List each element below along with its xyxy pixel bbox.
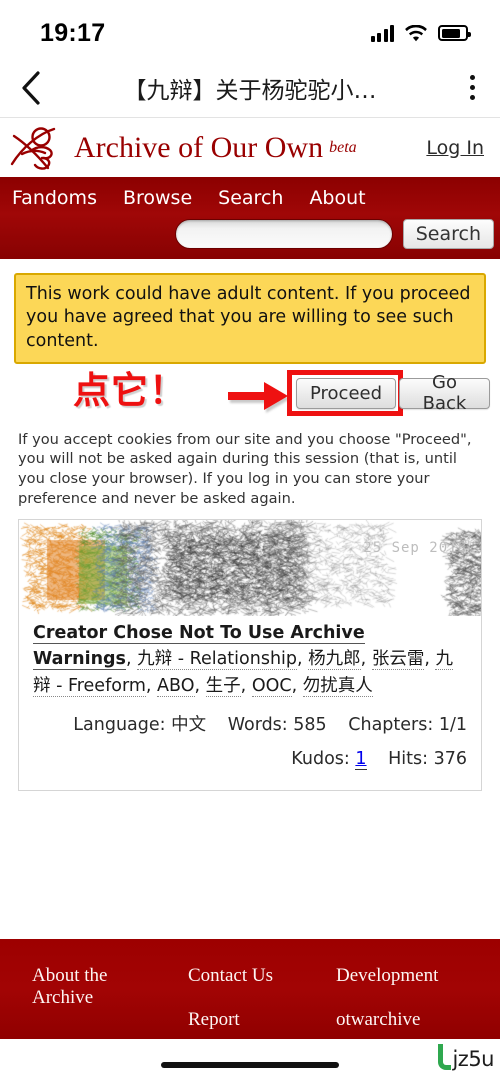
site-name: Archive of Our Own <box>74 130 324 164</box>
site-footer: About the Archive Contact Us Report Deve… <box>0 939 500 1039</box>
footer-col-1: About the Archive <box>32 965 140 1032</box>
work-date: 25 Sep 2018 <box>363 539 467 556</box>
status-bar: 19:17 <box>0 0 500 58</box>
kebab-menu-icon[interactable] <box>444 75 500 100</box>
browser-title-bar: 【九辩】关于杨驼驼小… <box>0 58 500 118</box>
battery-icon <box>438 25 471 41</box>
scribble-redaction-icon: 25 Sep 2018 <box>19 519 481 616</box>
site-logo-link[interactable]: Archive of Our Own beta <box>8 124 426 172</box>
work-stats-line1: Language: 中文 Words: 585 Chapters: 1/1 <box>33 709 467 742</box>
work-card[interactable]: 25 Sep 2018 Creator Chose Not To Use Arc… <box>18 518 482 791</box>
log-in-link[interactable]: Log In <box>426 137 484 159</box>
work-stats: Language: 中文 Words: 585 Chapters: 1/1 Ku… <box>19 699 481 789</box>
back-chevron-icon[interactable] <box>0 70 62 105</box>
ao3-logo-icon <box>8 124 70 172</box>
cookie-note: If you accept cookies from our site and … <box>18 430 472 507</box>
stat-words: Words: 585 <box>227 715 327 736</box>
stat-chapters-value: 1/1 <box>438 715 467 736</box>
wifi-icon <box>405 24 427 42</box>
nav-search-row: Search <box>0 215 500 259</box>
proceed-button[interactable]: Proceed <box>296 377 397 409</box>
stat-kudos: Kudos: 1 <box>291 748 367 770</box>
nav-item-browse[interactable]: Browse <box>123 187 192 209</box>
annotation-text: 点它！ <box>73 368 187 412</box>
work-stats-line2: Kudos: 1 Hits: 376 <box>33 743 467 776</box>
tag-ooc[interactable]: OOC <box>251 675 292 697</box>
nav-item-about[interactable]: About <box>309 187 365 209</box>
page-title: 【九辩】关于杨驼驼小… <box>123 77 377 104</box>
tag-abo[interactable]: ABO <box>157 675 195 697</box>
nav-links: Fandoms Browse Search About <box>0 183 500 215</box>
footer-link-report[interactable]: Report <box>188 1009 288 1031</box>
stat-language-value: 中文 <box>171 715 207 736</box>
stat-hits: Hits: 376 <box>388 748 467 769</box>
home-indicator[interactable] <box>161 1062 339 1068</box>
footer-link-otwarchive[interactable]: otwarchive <box>336 1009 438 1031</box>
stat-kudos-value[interactable]: 1 <box>355 748 367 770</box>
tag-relationship[interactable]: 九辩 - Relationship <box>137 649 298 671</box>
adult-content-notice: This work could have adult content. If y… <box>14 273 486 364</box>
watermark-j-icon <box>438 1044 452 1070</box>
go-back-button[interactable]: Go Back <box>399 372 490 414</box>
cellular-bars-icon <box>370 24 394 42</box>
search-button[interactable]: Search <box>402 219 494 249</box>
beta-label: beta <box>329 138 357 156</box>
footer-link-about-the-archive[interactable]: About the Archive <box>32 965 140 1010</box>
footer-link-contact-us[interactable]: Contact Us <box>188 965 288 987</box>
nav-item-fandoms[interactable]: Fandoms <box>12 187 97 209</box>
search-input[interactable] <box>174 219 393 249</box>
nav-item-search[interactable]: Search <box>218 187 283 209</box>
work-tags: Creator Chose Not To Use Archive Warning… <box>33 622 453 697</box>
status-indicators <box>370 24 471 42</box>
tag-shengzi[interactable]: 生子 <box>205 675 241 697</box>
watermark: jz5u <box>438 1044 494 1070</box>
phone-screen: 19:17 【九辩】关于杨驼驼小… Archive of Our Own bet… <box>0 0 500 1082</box>
tag-character-yang[interactable]: 杨九郎 <box>308 649 361 671</box>
status-time: 19:17 <box>40 18 106 47</box>
tag-wuraozhenren[interactable]: 勿扰真人 <box>302 675 373 697</box>
watermark-text: jz5u <box>452 1047 494 1072</box>
footer-columns: About the Archive Contact Us Report Deve… <box>32 965 500 1032</box>
stat-chapters: Chapters: 1/1 <box>348 715 467 736</box>
footer-col-3: Development otwarchive <box>336 965 438 1032</box>
main-nav: Fandoms Browse Search About Search <box>0 177 500 259</box>
stat-hits-value: 376 <box>433 748 467 769</box>
action-row: 点它！ Proceed Go Back <box>10 368 490 424</box>
stat-words-value: 585 <box>293 715 327 736</box>
tag-character-zhang[interactable]: 张云雷 <box>371 649 425 671</box>
site-header: Archive of Our Own beta Log In <box>0 118 500 177</box>
stat-language: Language: 中文 <box>73 715 207 736</box>
page-body: This work could have adult content. If y… <box>0 273 500 791</box>
footer-link-development[interactable]: Development <box>336 965 438 987</box>
red-arrow-right-icon <box>228 381 290 416</box>
footer-col-2: Contact Us Report <box>188 965 288 1032</box>
